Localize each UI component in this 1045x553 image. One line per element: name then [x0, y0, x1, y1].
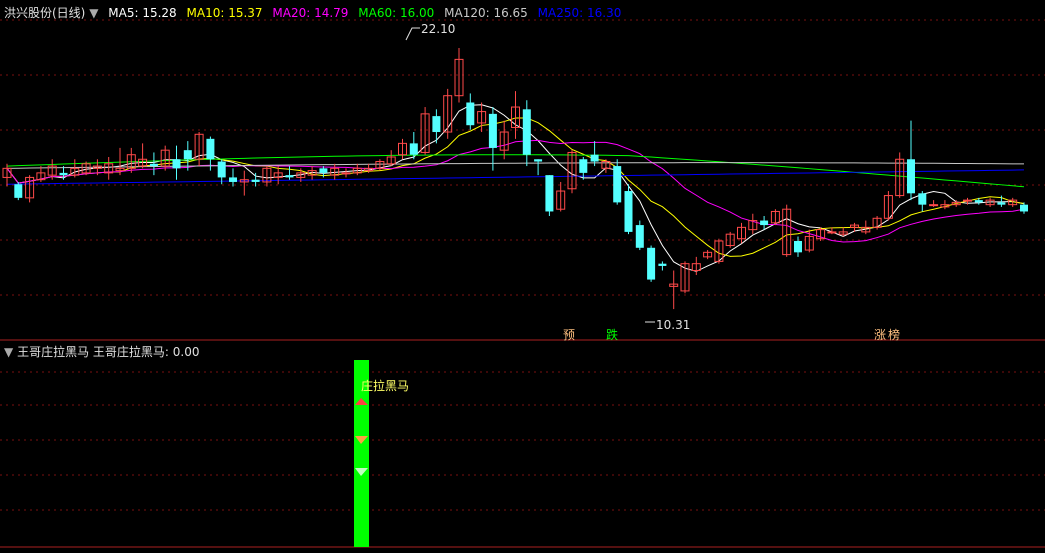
candle-body [206, 138, 215, 160]
candle-body [409, 143, 418, 155]
high-price-label: 22.10 [421, 22, 456, 36]
indicator-value: 王哥庄拉黑马: 0.00 [92, 345, 200, 359]
candle-body [14, 184, 23, 198]
grid-lines [0, 19, 1045, 548]
candle-body [613, 166, 622, 203]
candle-body [974, 200, 983, 203]
signal-label-die: 跌 [606, 328, 619, 342]
ma5-label: MA5: 15.28 [108, 6, 177, 20]
candle-body [997, 202, 1006, 205]
candle-body [624, 191, 633, 232]
candle-body [579, 159, 588, 173]
ma250-label: MA250: 16.30 [537, 6, 622, 20]
high-pointer [405, 27, 420, 41]
candle-body [466, 102, 475, 126]
signal-label-bang: 榜 [888, 328, 901, 342]
candle-body [432, 116, 441, 133]
stock-chart[interactable] [0, 0, 1045, 553]
candle-body [149, 163, 158, 167]
candle-body [929, 204, 939, 207]
candle-body [1020, 204, 1028, 212]
indicator-bar-label: 庄拉黑马 [361, 379, 410, 393]
candle-body [285, 175, 294, 178]
candle-body [963, 199, 972, 202]
candle-body [522, 109, 531, 155]
low-price-label: 10.31 [656, 318, 691, 332]
candle-body [545, 175, 554, 212]
collapse-icon[interactable]: ▼ [89, 6, 98, 20]
candle-body [59, 172, 68, 176]
candle-body [488, 113, 497, 148]
collapse-icon[interactable]: ▼ [4, 345, 13, 359]
candle-body [183, 150, 192, 160]
indicator-legend: ▼ 王哥庄拉黑马 王哥庄拉黑马: 0.00 [4, 343, 199, 360]
candlestick-series [2, 48, 1028, 310]
signal-label-zhang: 涨 [874, 328, 887, 342]
signal-label-yu: 预 [563, 328, 576, 342]
ma-legend: 洪兴股份(日线) ▼ MA5: 15.28 MA10: 15.37 MA20: … [4, 4, 621, 21]
candle-body [229, 177, 237, 182]
candle-body [341, 172, 351, 175]
candle-body [658, 263, 667, 266]
indicator-title: 王哥庄拉黑马 [17, 345, 90, 359]
candle-body [251, 179, 260, 182]
candle-body [907, 159, 915, 194]
candle-body [172, 159, 181, 169]
candle-body [635, 225, 644, 248]
candle-body [319, 168, 328, 173]
ma20-line [6, 139, 1025, 243]
ma60-label: MA60: 16.00 [358, 6, 435, 20]
candle-body [217, 161, 226, 178]
candle-body [760, 220, 769, 226]
ma250-line [6, 169, 1025, 185]
stock-title: 洪兴股份(日线) [4, 6, 86, 20]
candle-body [794, 240, 802, 253]
candle-body [647, 247, 656, 280]
ma120-line [6, 162, 1025, 169]
candle-body [827, 231, 837, 234]
ma120-label: MA120: 16.65 [444, 6, 528, 20]
candle-body [918, 193, 927, 205]
candle-body [534, 159, 543, 162]
ma20-label: MA20: 14.79 [272, 6, 349, 20]
candle-body [590, 154, 599, 162]
ma10-label: MA10: 15.37 [186, 6, 263, 20]
